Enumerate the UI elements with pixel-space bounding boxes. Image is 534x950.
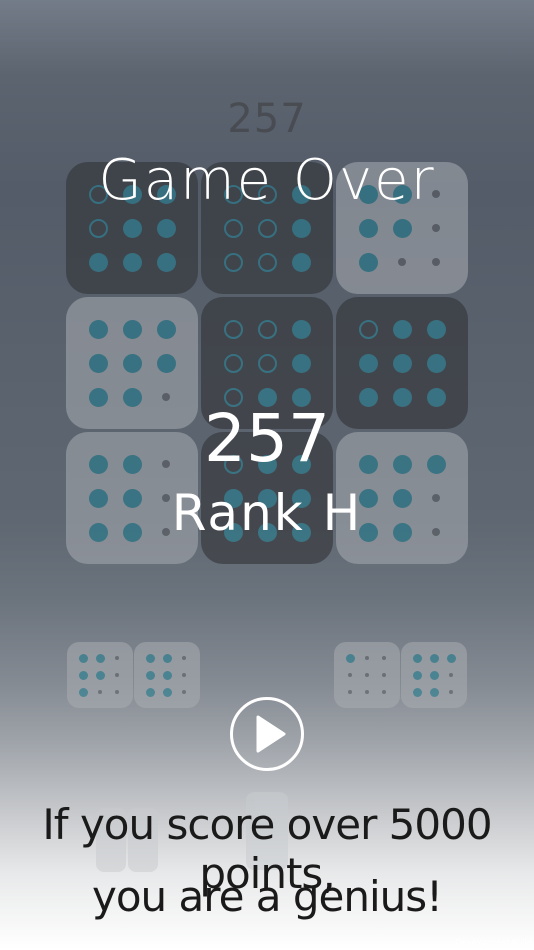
filled-pip — [145, 670, 155, 680]
filled-pip — [88, 252, 108, 272]
filled-pip — [122, 252, 142, 272]
filled-pip — [78, 653, 88, 663]
filled-pip — [122, 218, 142, 238]
filled-pip — [145, 653, 155, 663]
filled-pip — [78, 687, 88, 697]
filled-pip — [162, 670, 172, 680]
filled-pip — [122, 319, 142, 339]
tray-die — [401, 642, 467, 708]
hollow-pip — [223, 252, 243, 272]
hollow-pip — [223, 218, 243, 238]
empty-pip — [382, 673, 386, 677]
empty-pip — [348, 690, 352, 694]
tip-line-2: you are a genius! — [91, 872, 443, 921]
filled-pip — [291, 218, 311, 238]
filled-pip — [95, 653, 105, 663]
filled-pip — [122, 353, 142, 373]
final-score: 257 — [204, 400, 330, 477]
filled-pip — [145, 687, 155, 697]
filled-pip — [392, 353, 412, 373]
current-score: 257 — [227, 96, 307, 142]
development-build-label: Development Build — [455, 938, 532, 947]
filled-pip — [95, 670, 105, 680]
filled-pip — [156, 218, 176, 238]
filled-pip — [429, 653, 439, 663]
filled-pip — [291, 252, 311, 272]
filled-pip — [426, 319, 446, 339]
rank-label: Rank H — [171, 484, 363, 542]
empty-pip — [365, 656, 369, 660]
filled-pip — [156, 353, 176, 373]
filled-pip — [392, 218, 412, 238]
filled-pip — [88, 319, 108, 339]
empty-pip — [449, 690, 453, 694]
hollow-pip — [88, 218, 108, 238]
game-over-title: Game Over — [98, 148, 436, 213]
hollow-pip — [257, 319, 277, 339]
empty-pip — [432, 258, 440, 266]
hollow-pip — [257, 218, 277, 238]
empty-pip — [432, 224, 440, 232]
play-icon — [256, 715, 286, 753]
empty-pip — [115, 690, 119, 694]
filled-pip — [358, 218, 378, 238]
filled-pip — [412, 653, 422, 663]
hollow-pip — [223, 353, 243, 373]
hollow-pip — [223, 319, 243, 339]
filled-pip — [412, 687, 422, 697]
empty-pip — [365, 690, 369, 694]
tray-die — [67, 642, 133, 708]
empty-pip — [449, 673, 453, 677]
play-button[interactable] — [230, 697, 304, 771]
filled-pip — [162, 687, 172, 697]
tray-die — [134, 642, 200, 708]
filled-pip — [426, 353, 446, 373]
empty-pip — [365, 673, 369, 677]
filled-pip — [156, 252, 176, 272]
filled-pip — [291, 353, 311, 373]
filled-pip — [345, 653, 355, 663]
filled-pip — [291, 319, 311, 339]
filled-pip — [88, 353, 108, 373]
hollow-pip — [257, 353, 277, 373]
filled-pip — [358, 252, 378, 272]
empty-pip — [382, 690, 386, 694]
tray-die — [334, 642, 400, 708]
empty-pip — [98, 690, 102, 694]
empty-pip — [348, 673, 352, 677]
filled-pip — [156, 319, 176, 339]
empty-pip — [398, 258, 406, 266]
empty-pip — [382, 656, 386, 660]
filled-pip — [429, 670, 439, 680]
filled-pip — [162, 653, 172, 663]
empty-pip — [182, 673, 186, 677]
filled-pip — [429, 687, 439, 697]
hollow-pip — [257, 252, 277, 272]
filled-pip — [78, 670, 88, 680]
filled-pip — [412, 670, 422, 680]
filled-pip — [446, 653, 456, 663]
empty-pip — [115, 656, 119, 660]
filled-pip — [392, 319, 412, 339]
filled-pip — [358, 353, 378, 373]
empty-pip — [182, 690, 186, 694]
empty-pip — [182, 656, 186, 660]
hollow-pip — [358, 319, 378, 339]
empty-pip — [115, 673, 119, 677]
